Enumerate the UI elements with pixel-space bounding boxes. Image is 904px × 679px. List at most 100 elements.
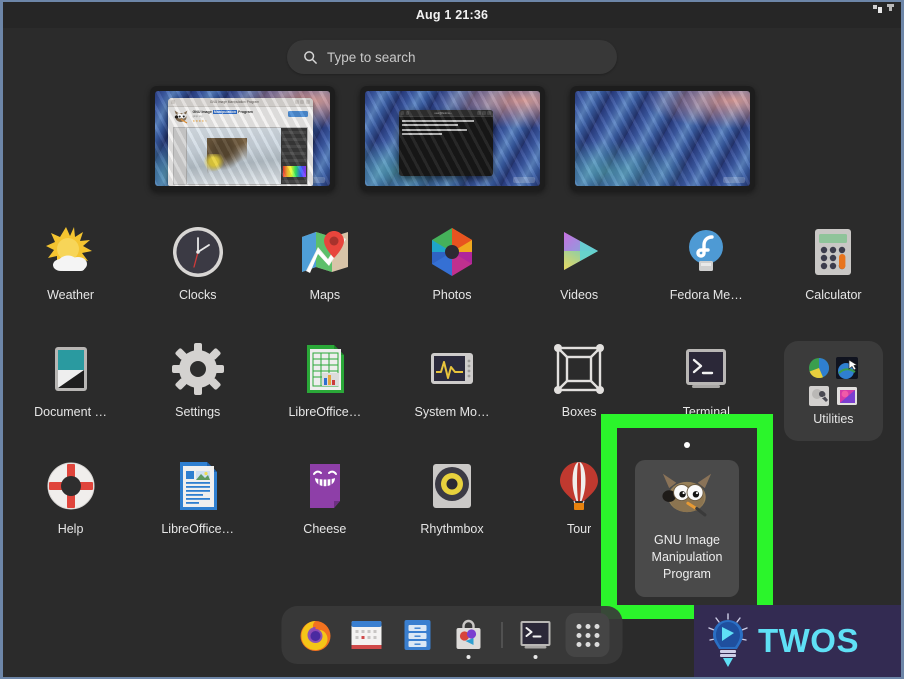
app-weather[interactable]: Weather — [7, 214, 134, 331]
app-libreoffice-writer[interactable]: LibreOffice… — [134, 448, 261, 565]
workspace-wallpaper: GNU Image Manipulation Program GNU Image… — [154, 91, 330, 186]
workspace-thumbnail-3[interactable] — [569, 86, 755, 191]
folder-label: Utilities — [813, 411, 854, 426]
image-viewer-icon — [837, 386, 858, 405]
dock-calendar[interactable] — [346, 614, 388, 656]
app-label: LibreOffice… — [161, 522, 235, 536]
dock-terminal[interactable] — [515, 614, 557, 659]
maps-icon — [297, 224, 353, 280]
app-label: Tour — [566, 522, 592, 536]
rhythmbox-icon — [424, 458, 480, 514]
terminal-icon — [520, 621, 551, 649]
wallpaper-watermark — [722, 177, 745, 183]
running-indicator — [533, 655, 538, 659]
software-app-page: GNU Image Manipulation Program gimp.org … — [168, 107, 313, 186]
folder-tile[interactable]: Utilities — [783, 341, 883, 441]
window-title: user@fedora:~ — [434, 111, 452, 115]
watermark-overlay: TWOS — [694, 605, 901, 677]
fedora-media-writer-icon — [678, 224, 734, 280]
system-monitor-icon — [424, 341, 480, 397]
app-label: Boxes — [561, 405, 597, 419]
software-install-button[interactable] — [287, 111, 308, 117]
system-menu-icon[interactable] — [886, 4, 895, 15]
app-clocks[interactable]: Clocks — [134, 214, 261, 331]
videos-icon — [551, 224, 607, 280]
window-titlebar: user@fedora:~ — [398, 110, 493, 117]
software-app-subtitle: gimp.org — [192, 115, 203, 119]
folder-preview-icons — [808, 356, 859, 407]
app-label: Cheese — [303, 522, 347, 536]
help-icon — [43, 458, 99, 514]
workspace-wallpaper: user@fedora:~ — [364, 91, 540, 186]
window-preview-terminal[interactable]: user@fedora:~ — [398, 110, 493, 176]
settings-gear-icon — [170, 341, 226, 397]
app-system-monitor[interactable]: System Mo… — [388, 331, 515, 448]
screen-frame: Aug 1 21:36 Type to search GNU Image Man… — [0, 0, 904, 679]
app-label: Settings — [175, 405, 221, 419]
watermark-text: TWOS — [758, 622, 859, 659]
app-fedora-media-writer[interactable]: Fedora Me… — [643, 214, 770, 331]
grid-apps-icon — [576, 623, 599, 647]
app-label: Rhythmbox — [420, 522, 484, 536]
dock-software[interactable] — [448, 614, 490, 659]
app-help[interactable]: Help — [7, 448, 134, 565]
app-rhythmbox[interactable]: Rhythmbox — [388, 448, 515, 565]
dock-files[interactable] — [397, 614, 439, 656]
grid-empty-slot-2 — [770, 448, 897, 565]
workspace-thumbnail-1[interactable]: GNU Image Manipulation Program GNU Image… — [149, 86, 335, 191]
lightbulb-logo-icon — [708, 613, 748, 667]
network-icon[interactable] — [872, 4, 883, 15]
search-container: Type to search — [3, 40, 901, 74]
calendar-icon — [351, 621, 382, 649]
app-label: Document … — [34, 405, 108, 419]
workspace-thumbnail-2[interactable]: user@fedora:~ — [359, 86, 545, 191]
highlight-inner-area: GNU Image Manipulation Program — [617, 428, 757, 605]
running-indicator — [466, 655, 471, 659]
app-calculator[interactable]: Calculator — [770, 214, 897, 331]
terminal-output — [399, 117, 493, 140]
app-label: Help — [57, 522, 84, 536]
clocks-icon — [170, 224, 226, 280]
software-app-title: GNU Image Manipulation Program — [192, 110, 253, 114]
app-settings[interactable]: Settings — [134, 331, 261, 448]
software-screenshot — [172, 126, 308, 185]
show-applications-button[interactable] — [565, 613, 610, 657]
search-input[interactable]: Type to search — [287, 40, 617, 74]
app-label: System Mo… — [414, 405, 490, 419]
wallpaper-watermark — [512, 177, 535, 183]
window-preview-software[interactable]: GNU Image Manipulation Program GNU Image… — [167, 98, 313, 186]
dock-firefox[interactable] — [295, 614, 337, 656]
wallpaper-watermark — [302, 177, 325, 183]
calculator-icon — [805, 224, 861, 280]
gnome-activities-overview: Aug 1 21:36 Type to search GNU Image Man… — [3, 2, 901, 677]
app-libreoffice-calc[interactable]: LibreOffice… — [261, 331, 388, 448]
window-titlebar: GNU Image Manipulation Program — [167, 98, 313, 107]
workspace-wallpaper — [574, 91, 750, 186]
app-document-viewer[interactable]: Document … — [7, 331, 134, 448]
app-folder-utilities[interactable]: Utilities — [770, 331, 897, 448]
panel-clock[interactable]: Aug 1 21:36 — [416, 8, 488, 22]
app-label: Photos — [432, 288, 472, 302]
window-title: GNU Image Manipulation Program — [210, 100, 259, 104]
annotation-highlight-box: GNU Image Manipulation Program — [601, 414, 773, 619]
app-videos[interactable]: Videos — [516, 214, 643, 331]
workspace-thumbnails: GNU Image Manipulation Program GNU Image… — [3, 86, 901, 191]
page-indicator-dot[interactable] — [684, 442, 690, 448]
panel-status-area[interactable] — [872, 4, 895, 15]
libreoffice-writer-icon — [170, 458, 226, 514]
firefox-icon — [300, 621, 331, 651]
app-cheese[interactable]: Cheese — [261, 448, 388, 565]
app-maps[interactable]: Maps — [261, 214, 388, 331]
gimp-app-card[interactable]: GNU Image Manipulation Program — [635, 460, 739, 597]
disks-icon — [809, 385, 830, 406]
tour-balloon-icon — [551, 458, 607, 514]
terminal-icon — [678, 341, 734, 397]
boxes-icon — [551, 341, 607, 397]
libreoffice-calc-icon — [297, 341, 353, 397]
document-viewer-icon — [43, 341, 99, 397]
app-photos[interactable]: Photos — [388, 214, 515, 331]
dash-dock — [281, 606, 623, 664]
app-label: Clocks — [178, 288, 217, 302]
app-label: Fedora Me… — [669, 288, 743, 302]
software-rating: ★★★★☆ — [192, 119, 208, 124]
